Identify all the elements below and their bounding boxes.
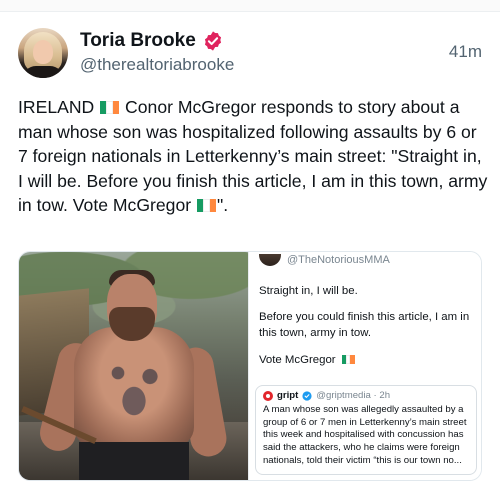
- quote-author: @TheNotoriousMMA: [258, 254, 390, 266]
- top-divider: [0, 0, 500, 12]
- author-name-row: Toria Brooke: [80, 30, 224, 52]
- ireland-flag-icon: [341, 354, 355, 364]
- quote-line-1: Straight in, I will be.: [258, 285, 358, 297]
- inner-quoted-post: gript @griptmedia · 2h A man whose son w…: [254, 385, 477, 475]
- ireland-flag-icon: [196, 194, 216, 212]
- inner-author-meta: @griptmedia · 2h: [316, 390, 391, 401]
- inner-post-header: gript @griptmedia · 2h: [262, 390, 469, 401]
- post-media[interactable]: @TheNotoriousMMA Straight in, I will be.…: [18, 251, 482, 481]
- man-holding-axe-photo[interactable]: [19, 252, 248, 480]
- ireland-flag-icon: [100, 96, 120, 114]
- quote-handle: @TheNotoriousMMA: [286, 254, 390, 266]
- verified-badge-icon: [204, 31, 221, 51]
- quote-line-2: Before you could finish this article, I …: [258, 311, 470, 339]
- author-handle[interactable]: @therealtoriabrooke: [80, 55, 234, 75]
- post-header: Toria Brooke @therealtoriabrooke 41m: [18, 28, 482, 80]
- post-text: IRELAND Conor McGregor responds to story…: [18, 95, 488, 218]
- quoted-screenshot: @TheNotoriousMMA Straight in, I will be.…: [247, 252, 481, 480]
- verified-badge-icon: [302, 390, 312, 401]
- post-timestamp[interactable]: 41m: [449, 42, 482, 62]
- inner-post-text: A man whose son was allegedly assaulted …: [262, 404, 467, 466]
- author-name[interactable]: Toria Brooke: [80, 30, 196, 52]
- avatar[interactable]: [18, 28, 68, 78]
- post-text-part-1: IRELAND: [18, 97, 95, 117]
- quote-line-3: Vote McGregor: [259, 353, 477, 369]
- quote-line-3-text: Vote McGregor: [258, 354, 336, 366]
- quote-avatar: [258, 254, 281, 266]
- inner-author-name: gript: [276, 390, 299, 401]
- gript-logo-icon: [262, 390, 273, 401]
- post-text-part-3: ".: [216, 195, 229, 215]
